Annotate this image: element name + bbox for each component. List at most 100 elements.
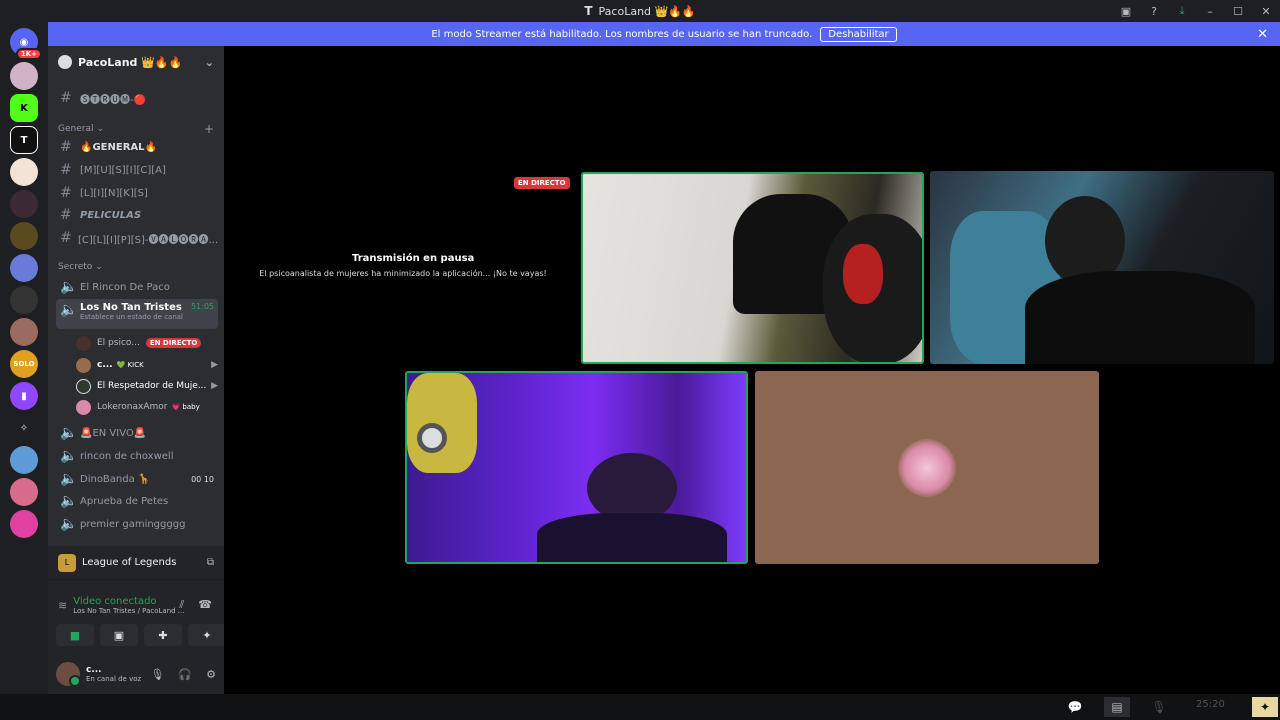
settings-gear-icon[interactable]: ⚙ <box>206 668 216 681</box>
server-face-icon[interactable] <box>10 318 38 346</box>
voice-channel-aprueba[interactable]: 🔈 Aprueba de Petes <box>56 491 218 511</box>
channel-label: premier gaminggggg <box>80 518 186 530</box>
screen-share-button[interactable]: ▣ <box>100 624 138 646</box>
server-magenta-icon[interactable] <box>10 510 38 538</box>
channel-clips[interactable]: # [C][L][I][P][S]-🅥🅐🅛🅞🅡🅐... <box>56 228 218 248</box>
channel-label: [C][L][I][P][S]-🅥🅐🅛🅞🅡🅐... <box>77 234 218 246</box>
maximize-button[interactable]: ☐ <box>1224 5 1252 18</box>
channel-links[interactable]: # [L][I][N][K][S] <box>56 183 218 203</box>
voice-channel-active[interactable]: 🔈 Los No Tan Tristes 51:05 Establece un e… <box>56 299 218 329</box>
app-tray-icon[interactable]: ✦ <box>1252 697 1278 717</box>
category-label: Secreto <box>58 262 93 272</box>
hash-icon: # <box>60 90 72 106</box>
noise-suppression-icon[interactable]: ⫽ <box>179 598 184 612</box>
voice-action-buttons: ■ ▣ ✚ ✦ <box>56 624 226 646</box>
close-banner-icon[interactable]: ✕ <box>1257 27 1268 42</box>
connection-status: ≋ Video conectado Los No Tan Tristes / P… <box>48 590 224 620</box>
chat-icon[interactable]: 💬 <box>1062 697 1088 717</box>
channel-label: Aprueba de Petes <box>80 495 169 507</box>
server-list: ◉ 1K+ K T SOLO ▮ ✧ <box>0 22 48 694</box>
kick-icon[interactable]: K <box>10 94 38 122</box>
voice-channel-rincon-paco[interactable]: 🔈 El Rincon De Paco <box>56 277 218 297</box>
video-tile[interactable] <box>581 172 924 364</box>
headset-shape <box>843 244 883 304</box>
voice-user[interactable]: El psico... EN DIRECTO <box>76 333 218 353</box>
guild-header[interactable]: PacoLand 👑🔥🔥 ⌄ <box>48 46 224 78</box>
user-tag: 💗 baby <box>171 403 200 411</box>
server-pink-icon[interactable] <box>10 478 38 506</box>
activity-row[interactable]: L League of Legends ⧉ <box>48 546 224 580</box>
channel-status[interactable]: Establece un estado de canal <box>80 313 218 321</box>
server-crown-icon[interactable] <box>10 222 38 250</box>
league-of-legends-icon: L <box>58 553 76 572</box>
add-channel-icon[interactable]: + <box>204 122 214 136</box>
stream-paused-subtitle: El psicoanalista de mujeres ha minimizad… <box>259 269 547 278</box>
server-blue-icon[interactable] <box>10 254 38 282</box>
help-icon[interactable]: ? <box>1140 5 1168 18</box>
valorant-icon[interactable]: ✧ <box>10 414 38 442</box>
live-badge: EN DIRECTO <box>145 338 202 348</box>
download-icon[interactable]: ⤓ <box>1168 4 1196 18</box>
channel-label: Los No Tan Tristes <box>80 302 182 313</box>
guild-icon <box>58 55 72 69</box>
channel-musica[interactable]: # [M][U][S][I][C][A] <box>56 160 218 180</box>
voice-channel-dinobanda[interactable]: 🔈 DinoBanda 🦒 00 10 <box>56 469 218 489</box>
streamer-mode-banner: El modo Streamer está habilitado. Los no… <box>48 22 1280 46</box>
video-tile[interactable] <box>405 371 748 564</box>
video-tile[interactable] <box>755 371 1099 564</box>
notes-icon[interactable]: ▤ <box>1104 697 1130 717</box>
microphone-icon[interactable]: 🎙 <box>1146 697 1172 717</box>
chevron-down-icon: ⌄ <box>95 262 103 272</box>
disconnect-icon[interactable]: ☎ <box>198 598 212 612</box>
voice-user[interactable]: El Respetador de Muje... ▶ <box>76 376 218 396</box>
disable-streamer-mode-button[interactable]: Deshabilitar <box>820 26 897 42</box>
channel-peliculas[interactable]: # PELICULAS <box>56 205 218 225</box>
inbox-icon[interactable]: ▣ <box>1112 5 1140 18</box>
server-landscape-icon[interactable] <box>10 446 38 474</box>
voice-channel-choxwell[interactable]: 🔈 rincon de choxwell <box>56 446 218 466</box>
speaker-icon: 🔈 <box>60 516 78 532</box>
camera-button[interactable]: ■ <box>56 624 94 646</box>
headphones-icon[interactable]: 🎧 <box>178 668 192 681</box>
channel-sidebar: PacoLand 👑🔥🔥 ⌄ # 🅢🅣🅡🅤🅜-🔴 General ⌄ + # 🔥GENE… <box>48 46 226 694</box>
screen-share-icon[interactable]: ⧉ <box>207 557 214 568</box>
app-logo-icon: T <box>584 4 593 18</box>
voice-channel-en-vivo[interactable]: 🔈 🚨EN VIVO🚨 <box>56 423 218 443</box>
solo-icon[interactable]: SOLO <box>10 350 38 378</box>
discord-home-icon[interactable]: ◉ 1K+ <box>10 28 42 60</box>
close-window-button[interactable]: ✕ <box>1252 5 1280 18</box>
channel-stream[interactable]: # 🅢🅣🅡🅤🅜-🔴 <box>56 88 218 108</box>
channel-label: [M][U][S][I][C][A] <box>80 164 166 176</box>
hash-icon: # <box>60 139 72 155</box>
user-name: c... <box>86 665 102 675</box>
video-tile[interactable] <box>930 171 1274 364</box>
channel-label: [L][I][N][K][S] <box>80 187 148 199</box>
connection-label[interactable]: Video conectado <box>73 596 184 607</box>
category-secreto[interactable]: Secreto ⌄ <box>58 262 214 272</box>
pacoland-icon[interactable]: T <box>10 126 38 154</box>
activities-button[interactable]: ✚ <box>144 624 182 646</box>
server-anime-icon[interactable] <box>10 62 38 90</box>
server-skull-icon[interactable] <box>10 286 38 314</box>
chevron-down-icon[interactable]: ⌄ <box>205 56 214 69</box>
server-girl-icon[interactable] <box>10 190 38 218</box>
hash-icon: # <box>60 230 72 246</box>
channel-general[interactable]: # 🔥GENERAL🔥 <box>56 137 218 157</box>
avatar <box>76 399 91 415</box>
server-cat-icon[interactable] <box>10 158 38 186</box>
category-label: General <box>58 124 94 134</box>
microphone-icon[interactable]: 🎙 <box>150 668 164 681</box>
voice-user[interactable]: LokeronaxAmor 💗 baby <box>76 397 218 417</box>
user-count: 00 10 <box>191 474 214 484</box>
minimize-button[interactable]: – <box>1196 5 1224 18</box>
soundboard-button[interactable]: ✦ <box>188 624 226 646</box>
twitch-icon[interactable]: ▮ <box>10 382 38 410</box>
avatar[interactable] <box>56 662 81 687</box>
category-general[interactable]: General ⌄ + <box>58 122 214 136</box>
voice-user[interactable]: c... 💚 KICK ▶ <box>76 355 218 375</box>
person-body-shape <box>1025 271 1255 364</box>
speaker-icon: 🔈 <box>60 493 78 509</box>
user-bar: c... En canal de voz 🎙 🎧 ⚙ <box>48 654 224 694</box>
voice-channel-premier[interactable]: 🔈 premier gaminggggg <box>56 514 218 534</box>
avatar <box>76 357 91 373</box>
